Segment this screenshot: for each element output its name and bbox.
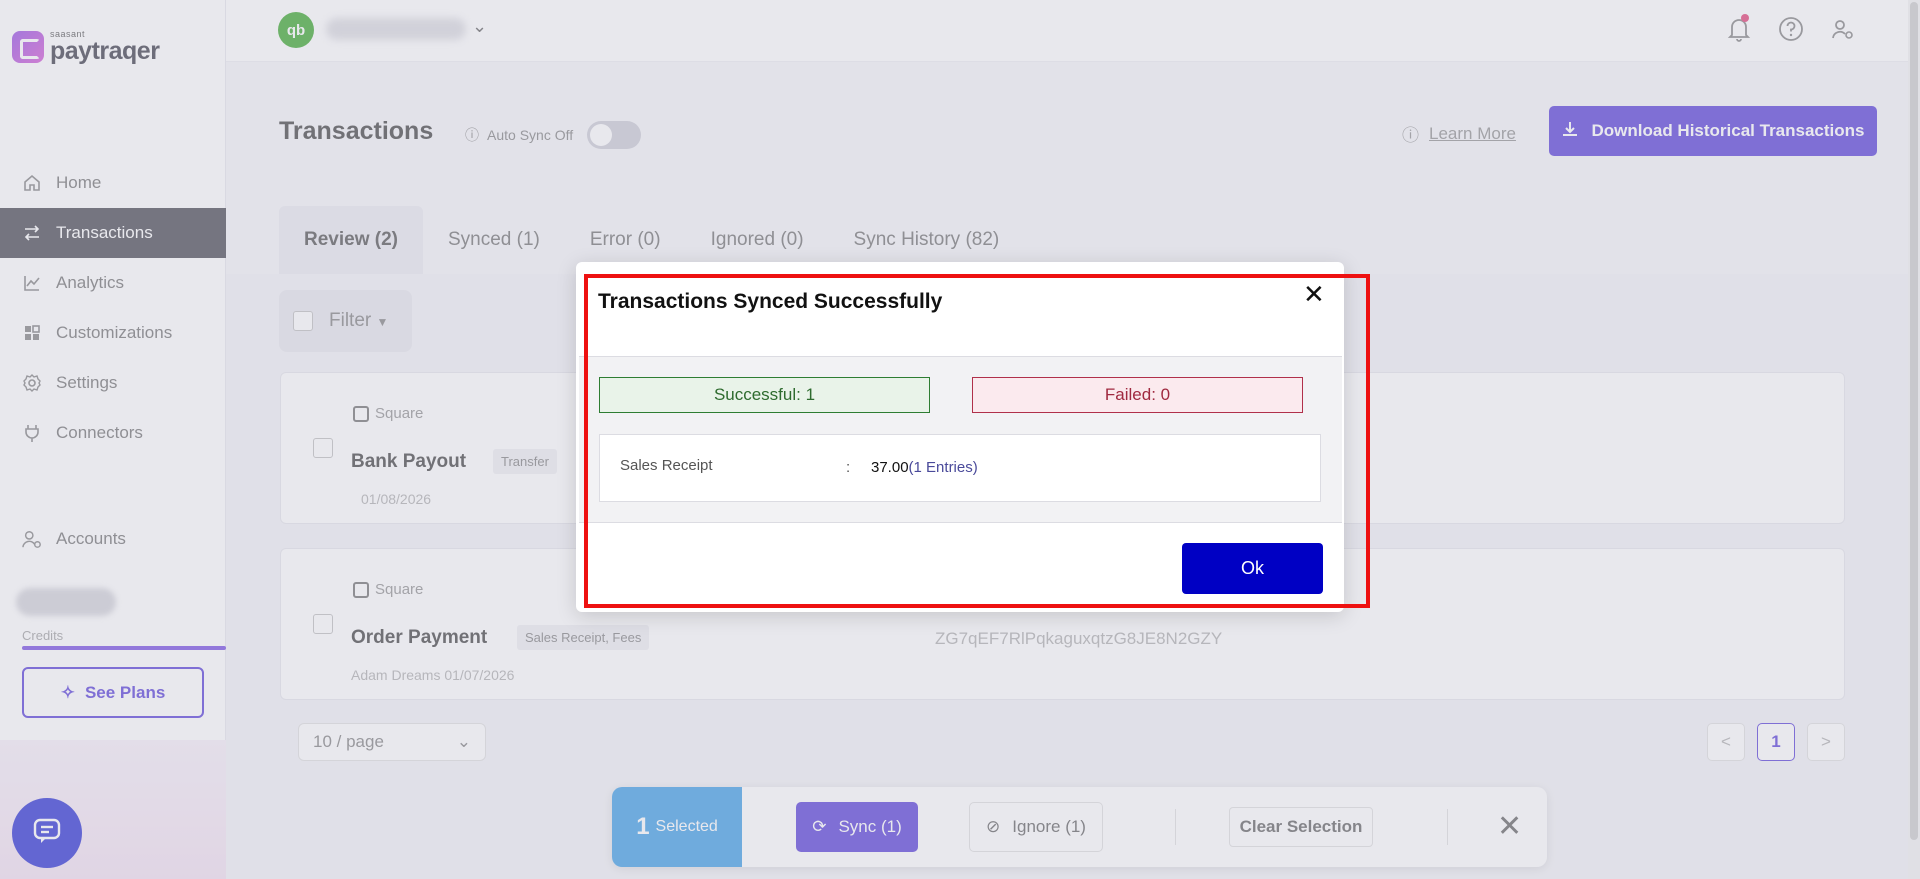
- sync-result-summary: Sales Receipt : 37.00(1 Entries): [599, 434, 1321, 502]
- sync-result-dialog: Transactions Synced Successfully ✕ Succe…: [576, 262, 1344, 612]
- close-icon[interactable]: ✕: [1303, 281, 1325, 307]
- result-amount: 37.00: [871, 459, 909, 476]
- dialog-body: Successful: 1 Failed: 0 Sales Receipt : …: [579, 356, 1342, 523]
- ok-button[interactable]: Ok: [1182, 543, 1323, 594]
- dialog-title: Transactions Synced Successfully: [598, 290, 943, 313]
- result-value: 37.00(1 Entries): [871, 459, 978, 476]
- successful-count-badge: Successful: 1: [599, 377, 930, 413]
- result-entries: (1 Entries): [908, 459, 978, 476]
- failed-count-badge: Failed: 0: [972, 377, 1303, 413]
- result-type-label: Sales Receipt: [620, 457, 713, 474]
- result-separator: :: [846, 459, 851, 476]
